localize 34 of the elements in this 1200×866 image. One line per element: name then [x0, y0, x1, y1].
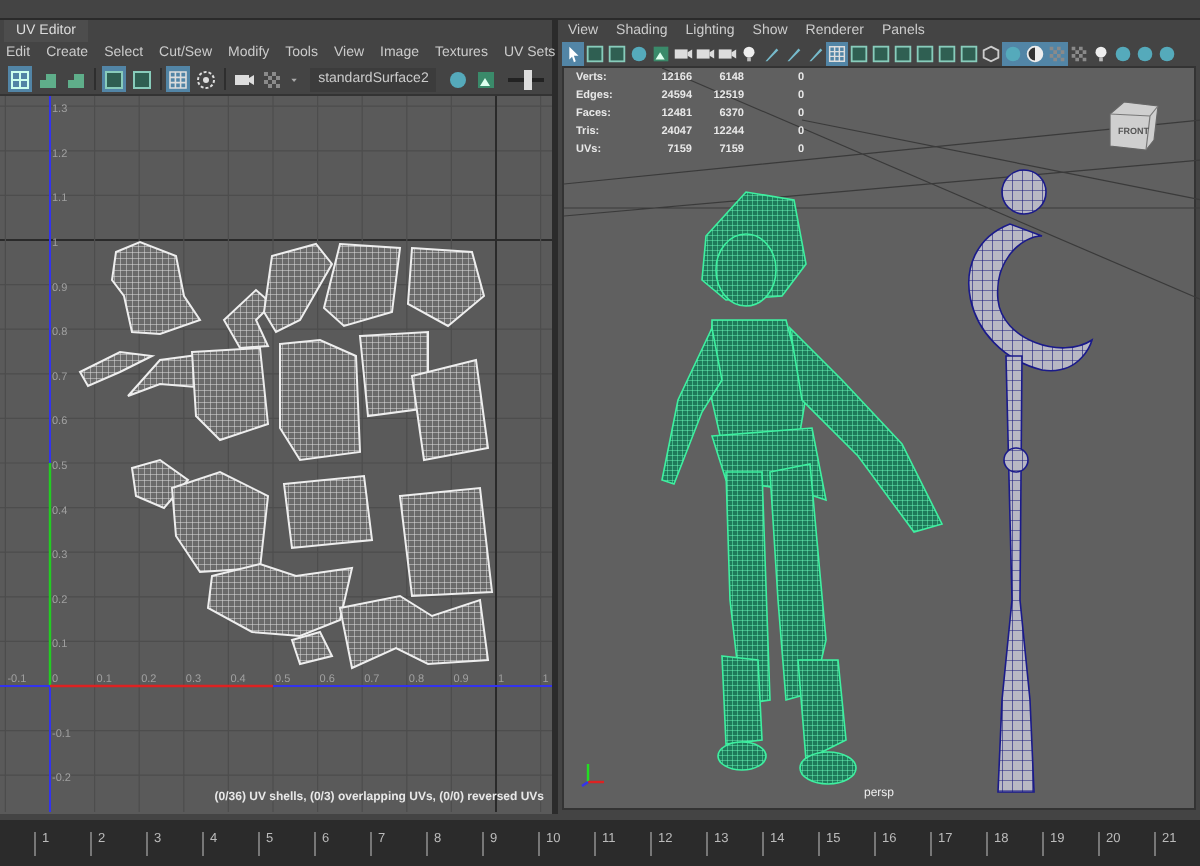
checker-icon[interactable] — [260, 66, 285, 92]
image-icon[interactable] — [650, 41, 672, 67]
cube-icon[interactable] — [980, 41, 1002, 67]
sphere-icon[interactable] — [446, 66, 471, 92]
square-frame-icon[interactable] — [584, 41, 606, 67]
light-icon[interactable] — [1090, 41, 1112, 67]
sphere-icon[interactable] — [1002, 41, 1024, 67]
image-icon[interactable] — [474, 66, 499, 92]
checker-icon[interactable] — [1068, 41, 1090, 67]
square-frame-icon[interactable] — [958, 41, 980, 67]
axis-gizmo-icon — [580, 760, 608, 788]
square-frame-icon[interactable] — [101, 66, 126, 92]
target-icon[interactable] — [194, 66, 219, 92]
square-frame-icon[interactable] — [848, 41, 870, 67]
square-frame-icon[interactable] — [936, 41, 958, 67]
light-icon[interactable] — [738, 41, 760, 67]
square-frame-icon[interactable] — [870, 41, 892, 67]
uv-grid-icon[interactable] — [8, 66, 32, 92]
square-frame-icon[interactable] — [606, 41, 628, 67]
square-frame-icon[interactable] — [914, 41, 936, 67]
sphere-icon[interactable] — [1112, 41, 1134, 67]
square-frame-icon[interactable] — [892, 41, 914, 67]
square-frame-icon[interactable] — [129, 66, 154, 92]
checker-icon[interactable] — [1046, 41, 1068, 67]
select-icon[interactable] — [562, 41, 584, 67]
grid-icon[interactable] — [166, 66, 191, 92]
half-circle-icon[interactable] — [1024, 41, 1046, 67]
sphere-icon[interactable] — [628, 41, 650, 67]
sphere-icon[interactable] — [1134, 41, 1156, 67]
slider-thumb[interactable] — [524, 69, 533, 89]
view-cube-icon[interactable] — [1106, 96, 1162, 152]
sphere-icon[interactable] — [1156, 41, 1178, 67]
caret-icon[interactable] — [290, 73, 299, 85]
grid-icon[interactable] — [826, 41, 848, 67]
